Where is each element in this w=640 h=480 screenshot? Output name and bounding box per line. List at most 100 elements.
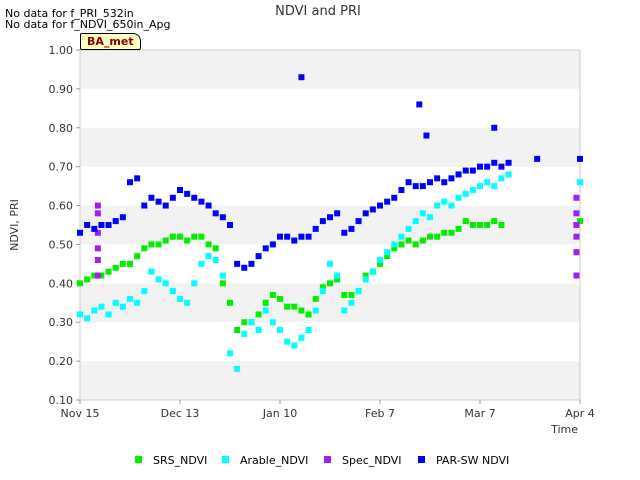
- data-point: [112, 218, 119, 225]
- data-point: [269, 319, 276, 326]
- data-point: [84, 315, 91, 322]
- data-point: [255, 253, 262, 260]
- data-point: [355, 218, 362, 225]
- data-point: [191, 233, 198, 240]
- data-point: [269, 241, 276, 248]
- data-point: [455, 171, 462, 178]
- y-tick-label: 0.30: [49, 316, 74, 329]
- data-point: [119, 260, 126, 267]
- grid-band: [80, 88, 580, 128]
- data-point: [348, 292, 355, 298]
- x-axis: Nov 15 Dec 13 Jan 10 Feb 7 Mar 7 Apr 4: [61, 400, 595, 420]
- x-tick-label: Apr 4: [565, 407, 595, 420]
- data-point: [94, 245, 101, 252]
- data-point: [305, 311, 312, 318]
- data-point: [369, 268, 376, 275]
- data-point: [334, 272, 341, 279]
- data-point: [234, 365, 241, 372]
- data-point: [341, 307, 348, 314]
- data-point: [77, 280, 83, 287]
- grid-band: [80, 361, 580, 400]
- legend-label: SRS_NDVI: [153, 454, 207, 467]
- data-point: [198, 233, 205, 240]
- site-tag: BA_met: [80, 33, 141, 50]
- data-point: [141, 202, 148, 209]
- data-point: [98, 303, 105, 310]
- data-point: [241, 330, 248, 337]
- data-point: [391, 194, 398, 201]
- data-point: [491, 183, 498, 190]
- data-point: [348, 225, 355, 232]
- y-axis: 0.10 0.20 0.30 0.40 0.50 0.60 0.70 0.80 0.90 1.00: [49, 44, 80, 407]
- data-point: [505, 159, 512, 166]
- data-point: [469, 222, 476, 228]
- data-point: [284, 338, 291, 345]
- data-point: [277, 327, 283, 333]
- data-point: [269, 292, 276, 298]
- x-tick-label: Dec 13: [161, 407, 200, 420]
- data-point: [134, 299, 141, 306]
- data-point: [84, 222, 91, 228]
- legend-label: Arable_NDVI: [240, 454, 308, 467]
- data-point: [377, 202, 383, 209]
- y-tick-label: 0.50: [49, 238, 74, 251]
- data-point: [94, 210, 101, 217]
- y-tick-label: 1.00: [49, 44, 74, 57]
- data-point: [212, 245, 219, 252]
- data-point: [105, 268, 112, 275]
- y-tick-label: 0.80: [49, 122, 74, 135]
- data-point: [484, 163, 491, 170]
- y-tick-label: 0.60: [49, 200, 74, 213]
- data-point: [312, 295, 319, 302]
- data-point: [177, 233, 183, 240]
- data-point: [448, 175, 455, 182]
- data-point: [169, 288, 176, 295]
- data-point: [291, 342, 298, 349]
- data-point: [148, 241, 155, 248]
- chart: 0.10 0.20 0.30 0.40 0.50 0.60 0.70 0.80 0.90 1.00…: [8, 4, 595, 467]
- data-point: [341, 229, 348, 236]
- data-point: [477, 163, 483, 170]
- data-point: [412, 183, 419, 190]
- grid-band: [80, 127, 580, 167]
- data-point: [184, 190, 191, 197]
- data-point: [412, 241, 419, 248]
- data-point: [419, 210, 426, 217]
- data-point: [312, 307, 319, 314]
- data-point: [134, 253, 141, 260]
- data-point: [219, 280, 226, 287]
- data-point: [127, 295, 133, 302]
- data-point: [348, 299, 355, 306]
- data-point: [205, 253, 212, 260]
- data-point: [148, 268, 155, 275]
- data-point: [298, 307, 305, 314]
- data-point: [491, 218, 498, 225]
- data-point: [255, 327, 262, 333]
- data-point: [573, 272, 580, 279]
- legend-swatch: [418, 456, 425, 463]
- y-tick-label: 0.40: [49, 277, 74, 290]
- data-point: [398, 187, 405, 193]
- data-point: [91, 307, 98, 314]
- legend-swatch: [135, 456, 142, 463]
- data-point: [419, 237, 426, 244]
- legend-label: PAR-SW NDVI: [436, 454, 509, 467]
- data-point: [355, 288, 362, 295]
- grid-band: [80, 50, 580, 89]
- data-point: [127, 260, 133, 267]
- data-point: [573, 233, 580, 240]
- data-point: [477, 183, 483, 190]
- data-point: [127, 179, 133, 186]
- data-point: [505, 171, 512, 178]
- data-point: [262, 299, 269, 306]
- data-point: [155, 198, 162, 205]
- data-point: [462, 218, 469, 225]
- x-tick-label: Mar 7: [464, 407, 495, 420]
- x-tick-label: Feb 7: [365, 407, 395, 420]
- data-point: [219, 272, 226, 279]
- data-point: [134, 175, 141, 182]
- data-point: [212, 210, 219, 217]
- data-point: [319, 218, 326, 225]
- data-point: [234, 260, 241, 267]
- data-point: [205, 202, 212, 209]
